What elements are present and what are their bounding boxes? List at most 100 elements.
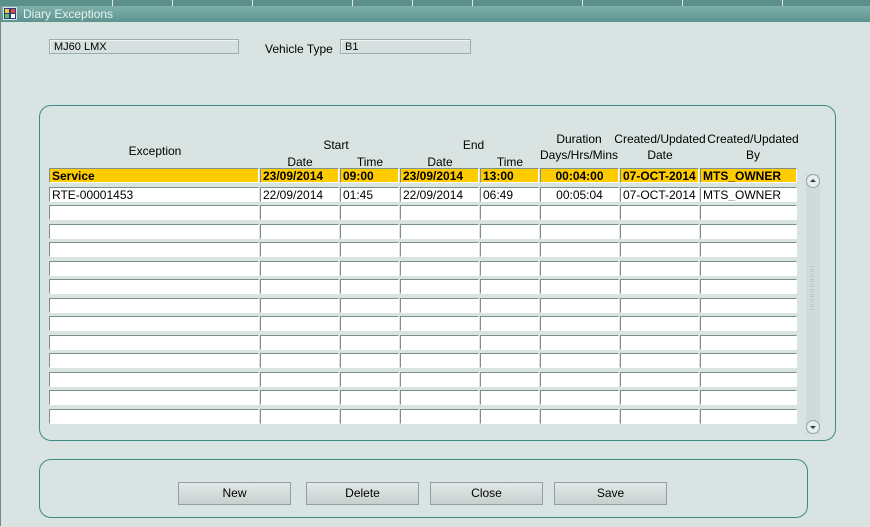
cell-duration[interactable] xyxy=(540,372,619,387)
cell-created-by[interactable] xyxy=(700,242,797,257)
cell-created-date[interactable] xyxy=(620,242,699,257)
cell-created-by[interactable] xyxy=(700,279,797,294)
cell-start-time[interactable] xyxy=(340,409,399,424)
cell-end-time[interactable]: 06:49 xyxy=(480,187,539,202)
new-button[interactable]: New xyxy=(178,482,291,505)
cell-created-date[interactable] xyxy=(620,335,699,350)
cell-exception[interactable] xyxy=(49,316,259,331)
cell-end-time[interactable] xyxy=(480,390,539,405)
cell-start-date[interactable] xyxy=(260,409,339,424)
cell-end-time[interactable] xyxy=(480,335,539,350)
cell-duration[interactable] xyxy=(540,205,619,220)
cell-end-date[interactable] xyxy=(400,353,479,368)
cell-end-time[interactable] xyxy=(480,316,539,331)
cell-end-time[interactable]: 13:00 xyxy=(480,168,539,183)
cell-created-date[interactable] xyxy=(620,224,699,239)
cell-start-time[interactable] xyxy=(340,261,399,276)
table-scrollbar[interactable]: :::::::::::::::::: xyxy=(806,174,820,434)
cell-duration[interactable] xyxy=(540,224,619,239)
cell-start-time[interactable] xyxy=(340,390,399,405)
cell-created-date[interactable] xyxy=(620,316,699,331)
cell-created-by[interactable] xyxy=(700,298,797,313)
cell-created-date[interactable] xyxy=(620,298,699,313)
cell-duration[interactable] xyxy=(540,316,619,331)
cell-end-date[interactable] xyxy=(400,372,479,387)
cell-start-time[interactable] xyxy=(340,224,399,239)
cell-created-by[interactable]: MTS_OWNER xyxy=(700,187,797,202)
cell-exception[interactable] xyxy=(49,335,259,350)
cell-exception[interactable] xyxy=(49,390,259,405)
cell-exception[interactable] xyxy=(49,205,259,220)
cell-start-date[interactable] xyxy=(260,205,339,220)
cell-start-date[interactable] xyxy=(260,298,339,313)
cell-duration[interactable] xyxy=(540,261,619,276)
cell-duration[interactable] xyxy=(540,353,619,368)
cell-start-date[interactable]: 22/09/2014 xyxy=(260,187,339,202)
cell-created-date[interactable] xyxy=(620,205,699,220)
cell-created-by[interactable] xyxy=(700,353,797,368)
cell-exception[interactable] xyxy=(49,298,259,313)
scroll-grip[interactable]: :::::::::::::::::: xyxy=(810,265,816,312)
cell-start-time[interactable] xyxy=(340,279,399,294)
cell-start-time[interactable]: 09:00 xyxy=(340,168,399,183)
cell-exception[interactable] xyxy=(49,242,259,257)
cell-start-date[interactable] xyxy=(260,353,339,368)
cell-exception[interactable]: RTE-00001453 xyxy=(49,187,259,202)
cell-end-time[interactable] xyxy=(480,224,539,239)
cell-created-date[interactable] xyxy=(620,409,699,424)
cell-start-time[interactable] xyxy=(340,353,399,368)
cell-end-time[interactable] xyxy=(480,372,539,387)
cell-end-time[interactable] xyxy=(480,242,539,257)
cell-end-time[interactable] xyxy=(480,205,539,220)
cell-created-by[interactable] xyxy=(700,409,797,424)
cell-start-date[interactable] xyxy=(260,224,339,239)
cell-exception[interactable]: Service xyxy=(49,168,259,183)
cell-end-date[interactable] xyxy=(400,335,479,350)
scroll-up-button[interactable] xyxy=(806,174,820,188)
cell-created-by[interactable] xyxy=(700,261,797,276)
cell-exception[interactable] xyxy=(49,279,259,294)
cell-start-date[interactable] xyxy=(260,279,339,294)
cell-exception[interactable] xyxy=(49,409,259,424)
cell-exception[interactable] xyxy=(49,353,259,368)
cell-created-by[interactable] xyxy=(700,224,797,239)
vehicle-type-field[interactable]: B1 xyxy=(340,39,471,54)
cell-created-by[interactable]: MTS_OWNER xyxy=(700,168,797,183)
cell-start-time[interactable] xyxy=(340,335,399,350)
cell-created-by[interactable] xyxy=(700,390,797,405)
cell-end-date[interactable]: 23/09/2014 xyxy=(400,168,479,183)
cell-end-time[interactable] xyxy=(480,409,539,424)
cell-end-date[interactable] xyxy=(400,261,479,276)
cell-start-time[interactable]: 01:45 xyxy=(340,187,399,202)
cell-start-time[interactable] xyxy=(340,205,399,220)
cell-end-date[interactable] xyxy=(400,298,479,313)
cell-duration[interactable] xyxy=(540,409,619,424)
close-button[interactable]: Close xyxy=(430,482,543,505)
cell-end-time[interactable] xyxy=(480,353,539,368)
cell-end-date[interactable] xyxy=(400,390,479,405)
delete-button[interactable]: Delete xyxy=(306,482,419,505)
cell-created-date[interactable] xyxy=(620,372,699,387)
cell-exception[interactable] xyxy=(49,372,259,387)
cell-duration[interactable] xyxy=(540,335,619,350)
cell-duration[interactable] xyxy=(540,279,619,294)
cell-end-date[interactable]: 22/09/2014 xyxy=(400,187,479,202)
cell-created-date[interactable] xyxy=(620,261,699,276)
cell-start-date[interactable] xyxy=(260,242,339,257)
cell-created-by[interactable] xyxy=(700,205,797,220)
cell-start-date[interactable] xyxy=(260,372,339,387)
scroll-down-button[interactable] xyxy=(806,420,820,434)
cell-start-time[interactable] xyxy=(340,242,399,257)
cell-created-date[interactable] xyxy=(620,279,699,294)
cell-end-date[interactable] xyxy=(400,316,479,331)
cell-created-by[interactable] xyxy=(700,316,797,331)
cell-created-date[interactable]: 07-OCT-2014 xyxy=(620,168,699,183)
cell-end-date[interactable] xyxy=(400,279,479,294)
cell-duration[interactable] xyxy=(540,298,619,313)
cell-end-date[interactable] xyxy=(400,242,479,257)
cell-exception[interactable] xyxy=(49,261,259,276)
cell-created-date[interactable] xyxy=(620,390,699,405)
cell-end-time[interactable] xyxy=(480,261,539,276)
cell-end-date[interactable] xyxy=(400,224,479,239)
registration-field[interactable]: MJ60 LMX xyxy=(49,39,239,54)
